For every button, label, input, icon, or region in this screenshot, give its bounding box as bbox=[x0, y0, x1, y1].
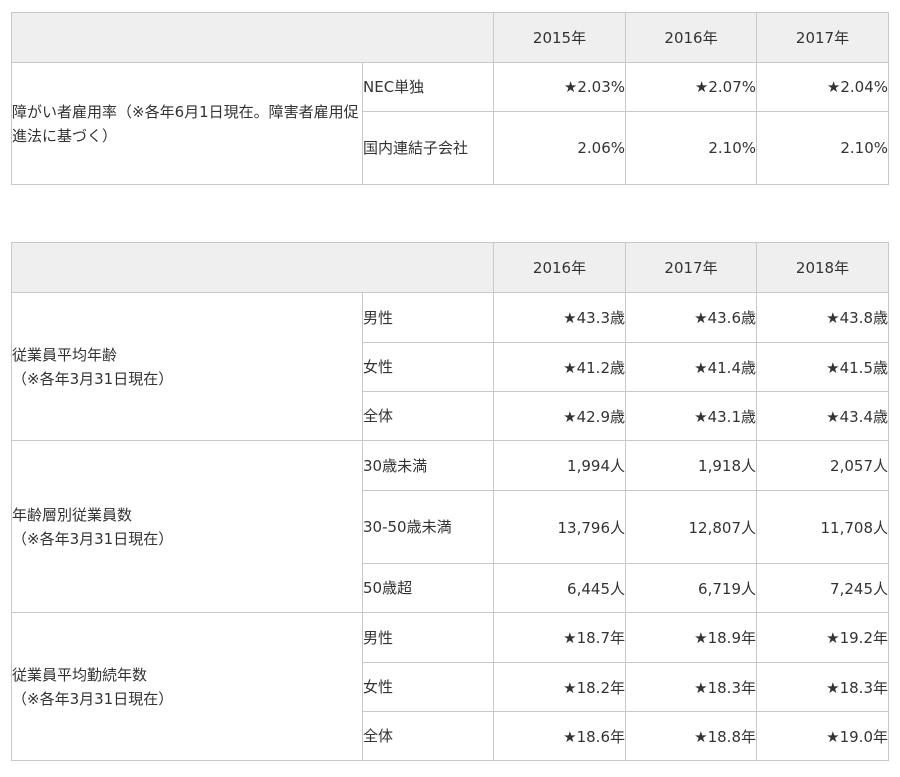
table-row: 従業員平均勤続年数 （※各年3月31日現在） 男性 ★18.7年 ★18.9年 … bbox=[11, 612, 889, 761]
year-header: 2017年 bbox=[756, 12, 889, 63]
header-blank-cell bbox=[11, 242, 494, 293]
year-header: 2015年 bbox=[493, 12, 626, 63]
value-cell: 6,445人 bbox=[493, 563, 626, 613]
category-label: 障がい者雇用率（※各年6月1日現在。障害者雇用促進法に基づく） bbox=[11, 62, 363, 185]
value-cell: ★18.3年 bbox=[625, 662, 757, 712]
row-label: 男性 bbox=[362, 612, 494, 663]
value-cell: 7,245人 bbox=[756, 563, 889, 613]
row-label: 女性 bbox=[362, 342, 494, 392]
row-label: 男性 bbox=[362, 292, 494, 343]
table-row: 年齢層別従業員数 （※各年3月31日現在） 30歳未満 1,994人 1,918… bbox=[11, 440, 889, 613]
value-cell: ★18.9年 bbox=[625, 612, 757, 663]
value-cell: ★18.3年 bbox=[756, 662, 889, 712]
value-cell: 2.06% bbox=[493, 111, 626, 185]
value-cell: ★2.04% bbox=[756, 62, 889, 112]
value-cell: ★19.2年 bbox=[756, 612, 889, 663]
value-cell: ★41.4歳 bbox=[625, 342, 757, 392]
category-title: 年齢層別従業員数 bbox=[12, 505, 133, 524]
value-cell: ★41.2歳 bbox=[493, 342, 626, 392]
value-cell: ★18.2年 bbox=[493, 662, 626, 712]
value-cell: 2.10% bbox=[625, 111, 757, 185]
value-cell: ★42.9歳 bbox=[493, 391, 626, 441]
value-cell: 2,057人 bbox=[756, 440, 889, 491]
row-label: NEC単独 bbox=[362, 62, 494, 112]
category-label: 従業員平均年齢 （※各年3月31日現在） bbox=[11, 292, 363, 441]
category-title: 従業員平均年齢 bbox=[12, 345, 118, 364]
value-cell: 13,796人 bbox=[493, 490, 626, 564]
table-header-row: 2016年 2017年 2018年 bbox=[11, 242, 889, 293]
row-label: 30歳未満 bbox=[362, 440, 494, 491]
value-cell: ★18.6年 bbox=[493, 711, 626, 761]
category-title: 従業員平均勤続年数 bbox=[12, 665, 148, 684]
category-label: 年齢層別従業員数 （※各年3月31日現在） bbox=[11, 440, 363, 613]
value-cell: 6,719人 bbox=[625, 563, 757, 613]
table-header-row: 2015年 2016年 2017年 bbox=[11, 12, 889, 63]
value-cell: 11,708人 bbox=[756, 490, 889, 564]
disability-employment-table: 2015年 2016年 2017年 障がい者雇用率（※各年6月1日現在。障害者雇… bbox=[11, 12, 889, 185]
value-cell: 2.10% bbox=[756, 111, 889, 185]
category-note: （※各年3月31日現在） bbox=[12, 369, 174, 388]
value-cell: ★43.4歳 bbox=[756, 391, 889, 441]
row-label: 女性 bbox=[362, 662, 494, 712]
value-cell: ★43.3歳 bbox=[493, 292, 626, 343]
employee-statistics-table: 2016年 2017年 2018年 従業員平均年齢 （※各年3月31日現在） 男… bbox=[11, 242, 889, 761]
row-label: 30-50歳未満 bbox=[362, 490, 494, 564]
year-header: 2017年 bbox=[625, 242, 757, 293]
value-cell: ★43.6歳 bbox=[625, 292, 757, 343]
value-cell: ★18.8年 bbox=[625, 711, 757, 761]
value-cell: 1,918人 bbox=[625, 440, 757, 491]
value-cell: ★2.07% bbox=[625, 62, 757, 112]
row-label: 全体 bbox=[362, 391, 494, 441]
value-cell: ★19.0年 bbox=[756, 711, 889, 761]
year-header: 2016年 bbox=[625, 12, 757, 63]
table-row: 従業員平均年齢 （※各年3月31日現在） 男性 ★43.3歳 ★43.6歳 ★4… bbox=[11, 292, 889, 441]
category-label: 従業員平均勤続年数 （※各年3月31日現在） bbox=[11, 612, 363, 761]
value-cell: ★2.03% bbox=[493, 62, 626, 112]
year-header: 2016年 bbox=[493, 242, 626, 293]
value-cell: ★43.8歳 bbox=[756, 292, 889, 343]
row-label: 全体 bbox=[362, 711, 494, 761]
value-cell: ★43.1歳 bbox=[625, 391, 757, 441]
row-label: 国内連結子会社 bbox=[362, 111, 494, 185]
category-note: （※各年3月31日現在） bbox=[12, 689, 174, 708]
value-cell: ★18.7年 bbox=[493, 612, 626, 663]
value-cell: ★41.5歳 bbox=[756, 342, 889, 392]
row-label: 50歳超 bbox=[362, 563, 494, 613]
value-cell: 1,994人 bbox=[493, 440, 626, 491]
year-header: 2018年 bbox=[756, 242, 889, 293]
table-row: 障がい者雇用率（※各年6月1日現在。障害者雇用促進法に基づく） NEC単独 ★2… bbox=[11, 62, 889, 185]
header-blank-cell bbox=[11, 12, 494, 63]
value-cell: 12,807人 bbox=[625, 490, 757, 564]
category-note: （※各年3月31日現在） bbox=[12, 529, 174, 548]
